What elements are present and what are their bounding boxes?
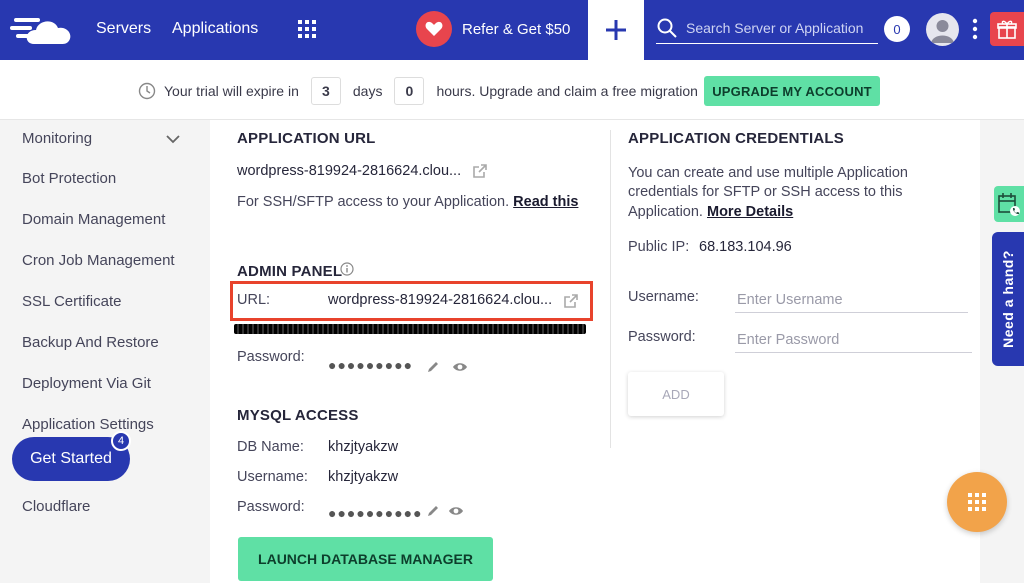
credentials-desc-app: Application. — [628, 204, 703, 220]
nav-applications[interactable]: Applications — [172, 20, 258, 38]
schedule-call-widget[interactable] — [994, 186, 1024, 222]
trial-prefix: Your trial will expire in — [164, 83, 299, 99]
db-name-label: DB Name: — [237, 439, 304, 455]
clock-icon — [138, 82, 156, 100]
sidebar-item-backup-and-restore[interactable]: Backup And Restore — [22, 334, 159, 351]
read-this-link[interactable]: Read this — [513, 194, 578, 210]
search-input[interactable] — [686, 19, 876, 36]
sidebar-item-bot-protection[interactable]: Bot Protection — [22, 170, 116, 187]
eye-icon[interactable] — [452, 361, 468, 373]
username-field-wrap — [735, 288, 968, 313]
chevron-down-icon[interactable] — [166, 134, 180, 144]
gift-icon — [997, 20, 1017, 39]
trial-days-label: days — [352, 83, 383, 99]
trial-days-value: 3 — [310, 77, 341, 105]
search-icon — [657, 18, 677, 38]
column-divider — [610, 130, 611, 448]
gift-button[interactable] — [990, 12, 1024, 46]
eye-icon[interactable] — [448, 505, 464, 517]
apps-grid-icon[interactable] — [298, 20, 316, 38]
search-box — [656, 12, 878, 44]
need-a-hand-tab[interactable]: Need a hand? — [992, 232, 1024, 366]
info-icon[interactable] — [340, 262, 354, 276]
db-password-label: Password: — [237, 499, 305, 515]
admin-password-label: Password: — [237, 349, 305, 365]
pencil-icon[interactable] — [426, 360, 440, 374]
refer-label: Refer & Get $50 — [462, 20, 571, 38]
admin-password-value: ●●●●●●●●● — [328, 357, 414, 373]
application-url-link[interactable]: wordpress-819924-2816624.clou... — [237, 163, 461, 179]
sidebar-item-ssl-certificate[interactable]: SSL Certificate — [22, 293, 122, 310]
more-details-link[interactable]: More Details — [707, 204, 793, 220]
add-button[interactable] — [588, 0, 644, 60]
ssh-access-text: For SSH/SFTP access to your Application.… — [237, 194, 578, 210]
credentials-desc-line1: You can create and use multiple Applicat… — [628, 165, 908, 181]
credentials-desc-line3: Application. More Details — [628, 204, 793, 220]
need-a-hand-label: Need a hand? — [1000, 250, 1016, 348]
application-url-heading: APPLICATION URL — [237, 130, 376, 147]
cloudways-logo[interactable] — [10, 10, 76, 50]
password-field[interactable] — [735, 328, 972, 352]
password-field-wrap — [735, 328, 972, 353]
username-label: Username: — [628, 289, 699, 305]
db-password-value: ●●●●●●●●●● — [328, 505, 423, 521]
get-started-badge: 4 — [111, 431, 131, 451]
trial-bar: Your trial will expire in 3 days 0 hours… — [0, 60, 1024, 120]
credentials-desc-line2: credentials for SFTP or SSH access to th… — [628, 184, 903, 200]
public-ip-value: 68.183.104.96 — [699, 239, 792, 255]
user-icon — [931, 20, 954, 43]
db-username-value: khzjtyakzw — [328, 469, 399, 485]
username-field[interactable] — [735, 288, 968, 312]
quick-actions-fab[interactable] — [947, 472, 1007, 532]
sidebar-item-monitoring[interactable]: Monitoring — [22, 130, 92, 147]
grid-icon — [968, 493, 986, 511]
sidebar-item-deployment-via-git[interactable]: Deployment Via Git — [22, 375, 151, 392]
calendar-phone-icon — [998, 193, 1020, 216]
add-credentials-button[interactable]: ADD — [628, 372, 724, 416]
redacted-username — [234, 324, 586, 334]
pencil-icon[interactable] — [426, 504, 440, 518]
admin-panel-heading: ADMIN PANEL — [237, 263, 343, 280]
nav-servers[interactable]: Servers — [96, 20, 151, 38]
heart-icon — [416, 11, 452, 47]
plus-icon — [606, 20, 626, 40]
refer-button[interactable]: Refer & Get $50 — [416, 11, 570, 47]
trial-hours-value: 0 — [394, 77, 425, 105]
db-username-label: Username: — [237, 469, 308, 485]
sidebar-item-cloudflare[interactable]: Cloudflare — [22, 498, 90, 515]
more-options-icon[interactable] — [972, 18, 978, 40]
password-label: Password: — [628, 329, 696, 345]
external-link-icon[interactable] — [472, 163, 488, 179]
public-ip-label: Public IP: — [628, 239, 690, 255]
ssh-access-label: For SSH/SFTP access to your Application. — [237, 194, 510, 210]
mysql-access-heading: MYSQL ACCESS — [237, 407, 359, 424]
avatar[interactable] — [926, 13, 959, 46]
sidebar-item-cron-job-management[interactable]: Cron Job Management — [22, 252, 175, 269]
app-credentials-heading: APPLICATION CREDENTIALS — [628, 130, 844, 147]
top-navbar: Servers Applications Refer & Get $50 0 — [0, 0, 1024, 60]
trial-notice: Your trial will expire in 3 days 0 hours… — [138, 76, 698, 106]
notification-count[interactable]: 0 — [884, 16, 910, 42]
db-name-value: khzjtyakzw — [328, 439, 399, 455]
launch-database-manager-button[interactable]: LAUNCH DATABASE MANAGER — [238, 537, 493, 581]
upgrade-account-button[interactable]: UPGRADE MY ACCOUNT — [704, 76, 880, 106]
sidebar-item-domain-management[interactable]: Domain Management — [22, 211, 165, 228]
admin-url-highlight — [230, 281, 593, 321]
trial-suffix: hours. Upgrade and claim a free migratio… — [436, 83, 698, 99]
sidebar-item-application-settings[interactable]: Application Settings — [22, 416, 154, 433]
